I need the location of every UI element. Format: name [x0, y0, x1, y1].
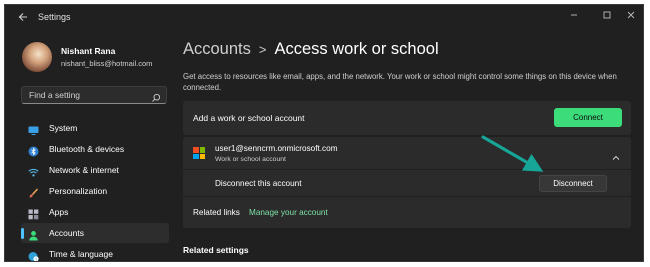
- maximize-icon[interactable]: [598, 10, 616, 24]
- settings-window: Settings Nishant Rana nishant_bliss@hotm…: [4, 4, 644, 262]
- search-placeholder: Find a setting: [29, 90, 81, 100]
- sidebar: Nishant Rana nishant_bliss@hotmail.com F…: [5, 31, 175, 261]
- sidebar-item-label: Accounts: [49, 228, 84, 238]
- main-content: Accounts > Access work or school Get acces…: [183, 31, 643, 261]
- sidebar-item-apps[interactable]: Apps: [21, 202, 169, 222]
- active-indicator: [21, 228, 24, 239]
- close-icon[interactable]: [622, 10, 640, 24]
- wifi-icon: [28, 165, 39, 177]
- add-account-label: Add a work or school account: [193, 113, 305, 123]
- sidebar-item-personalization[interactable]: Personalization: [21, 181, 169, 201]
- sidebar-item-label: Personalization: [49, 186, 108, 196]
- search-icon[interactable]: [151, 90, 161, 102]
- globe-clock-icon: [28, 249, 39, 261]
- account-email: user1@senncrm.onmicrosoft.com: [215, 144, 338, 153]
- disconnect-label: Disconnect this account: [215, 179, 302, 188]
- breadcrumb-separator: >: [258, 42, 267, 57]
- app-title: Settings: [38, 12, 71, 22]
- sidebar-item-label: System: [49, 123, 78, 133]
- back-arrow-icon[interactable]: [17, 11, 31, 25]
- sidebar-item-accounts[interactable]: Accounts: [21, 223, 169, 243]
- sidebar-item-system[interactable]: System: [21, 118, 169, 138]
- related-links-label: Related links: [193, 208, 240, 217]
- user-email: nishant_bliss@hotmail.com: [61, 59, 153, 68]
- page-description: Get access to resources like email, apps…: [183, 72, 617, 92]
- sidebar-item-label: Bluetooth & devices: [49, 144, 125, 154]
- avatar[interactable]: [22, 42, 52, 72]
- account-header[interactable]: user1@senncrm.onmicrosoft.com Work or sc…: [183, 137, 631, 170]
- sidebar-item-label: Apps: [49, 207, 69, 217]
- account-type: Work or school account: [215, 156, 286, 163]
- bluetooth-icon: [28, 144, 39, 157]
- related-links-row: Related links Manage your account: [183, 197, 631, 227]
- minimize-icon[interactable]: [565, 10, 583, 24]
- manage-account-link[interactable]: Manage your account: [249, 208, 328, 217]
- search-input[interactable]: Find a setting: [21, 86, 167, 104]
- work-account-card: user1@senncrm.onmicrosoft.com Work or sc…: [183, 137, 631, 228]
- sidebar-nav: System Bluetooth & devices Network & int…: [21, 118, 169, 261]
- sidebar-item-label: Network & internet: [49, 165, 119, 175]
- page-title: Access work or school: [274, 40, 439, 58]
- disconnect-row: Disconnect this account Disconnect: [183, 170, 631, 197]
- person-icon: [28, 228, 39, 241]
- monitor-icon: [28, 123, 39, 135]
- sidebar-item-network[interactable]: Network & internet: [21, 160, 169, 180]
- add-account-card: Add a work or school account Connect: [183, 101, 631, 135]
- sidebar-item-label: Time & language: [49, 249, 113, 259]
- connect-button[interactable]: Connect: [554, 108, 622, 127]
- related-settings-heading: Related settings: [183, 245, 249, 255]
- annotation-arrow-icon: [481, 135, 544, 172]
- brush-icon: [28, 186, 39, 198]
- sidebar-item-bluetooth[interactable]: Bluetooth & devices: [21, 139, 169, 159]
- sidebar-item-time-language[interactable]: Time & language: [21, 244, 169, 261]
- microsoft-logo-icon: [193, 147, 205, 159]
- chevron-up-icon[interactable]: [611, 149, 621, 160]
- breadcrumb-parent[interactable]: Accounts: [183, 40, 251, 58]
- breadcrumb: Accounts > Access work or school: [183, 40, 439, 59]
- title-bar: Settings: [5, 5, 643, 31]
- apps-icon: [28, 207, 39, 220]
- user-name: Nishant Rana: [61, 46, 116, 56]
